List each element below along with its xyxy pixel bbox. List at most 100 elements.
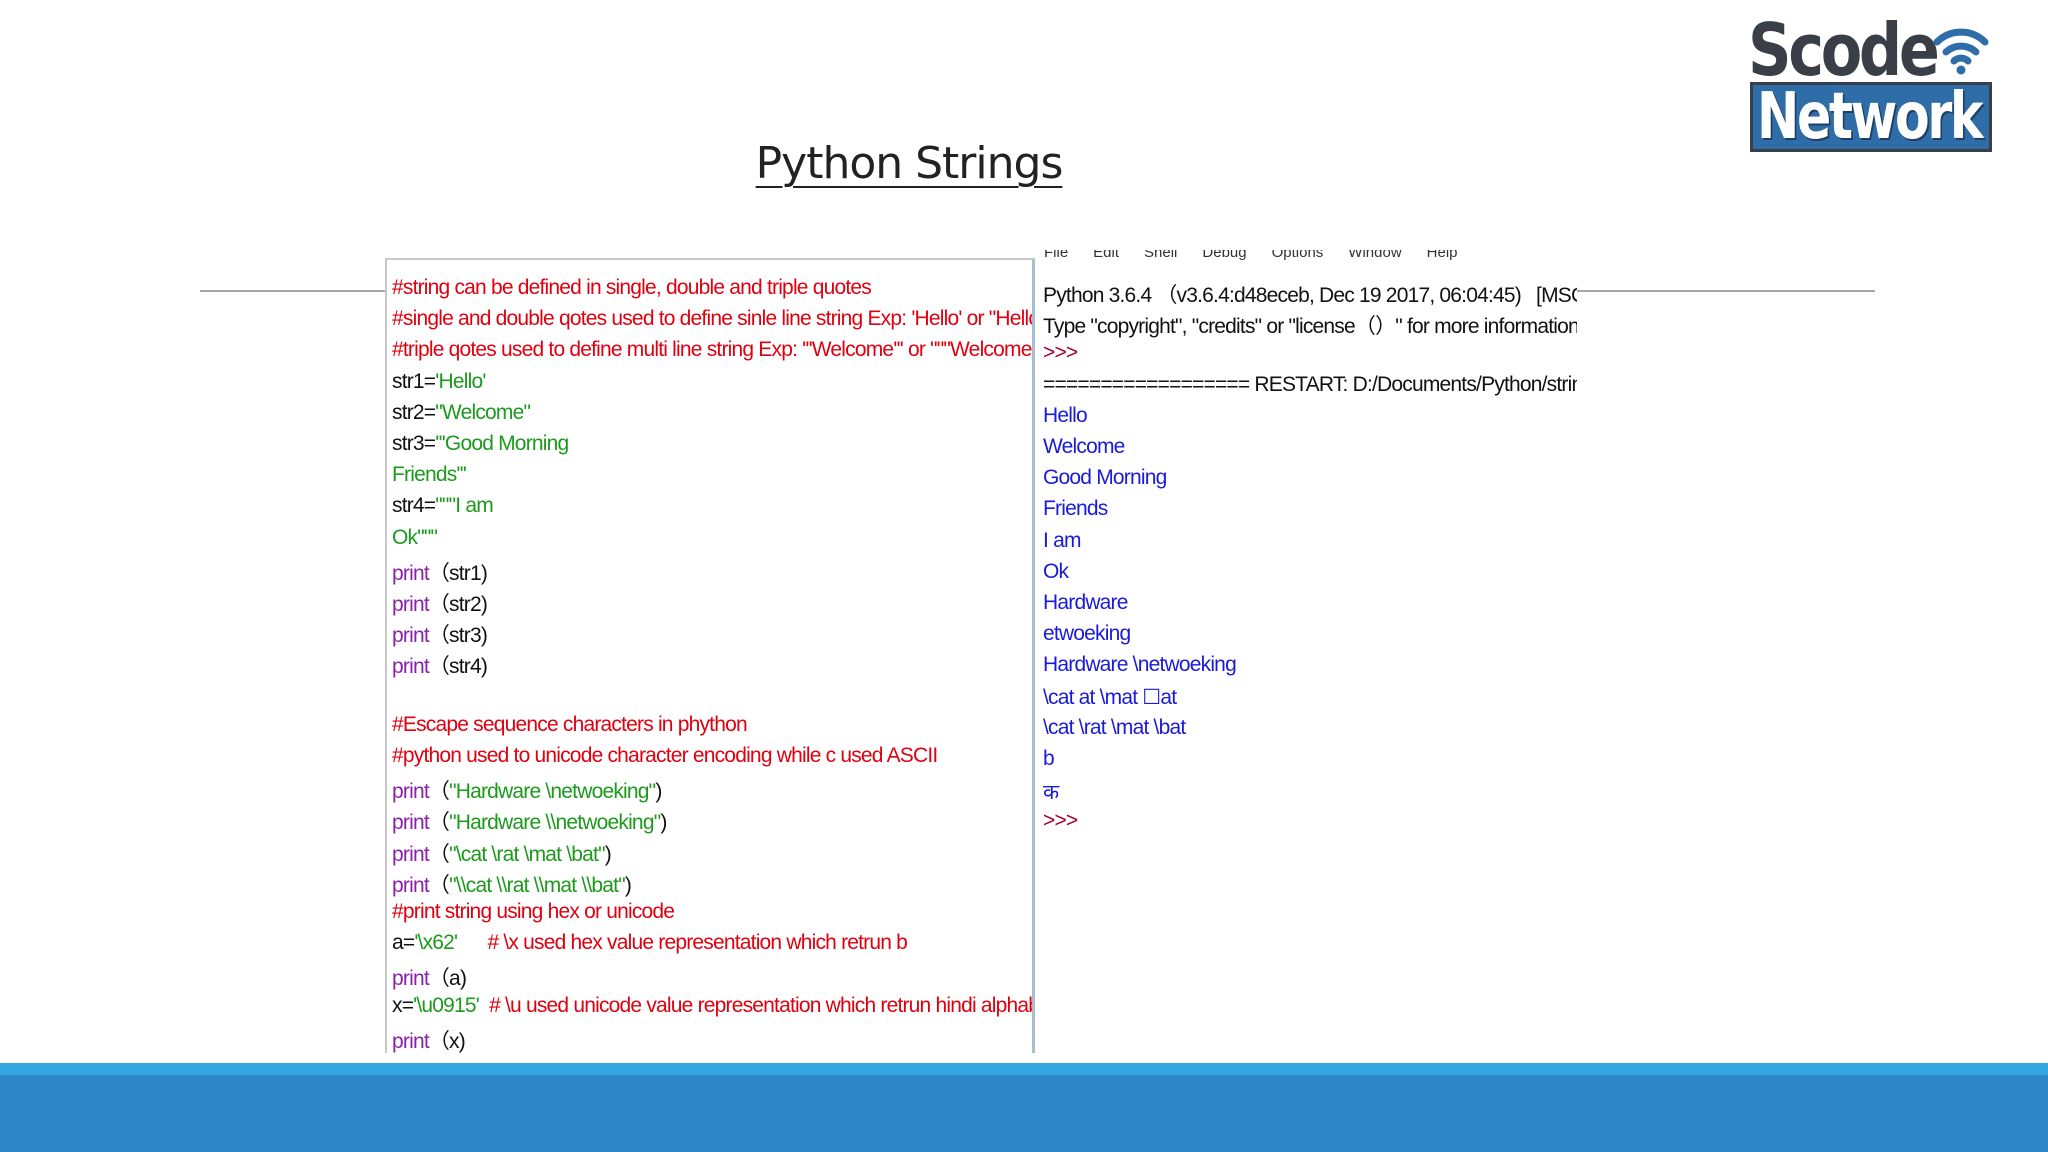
shell-output-line: etwoeking — [1043, 622, 1131, 646]
shell-prompt: >>> — [1043, 809, 1078, 833]
code-token: print — [392, 780, 430, 804]
code-token: （str1) — [428, 561, 488, 585]
code-line: print（str3) — [392, 619, 488, 650]
python-shell-panel[interactable]: File Edit Shell Debug Options Window Help Pyth… — [1035, 250, 1577, 1053]
code-line: str4="""I am — [392, 494, 494, 525]
code-token: print — [392, 655, 430, 679]
footer-bar — [0, 1063, 2048, 1152]
code-token: '''Good Morning — [435, 432, 569, 455]
brand-logo: Scode Network — [1745, 8, 1995, 154]
code-line: str1='Hello' — [392, 370, 486, 401]
shell-output-line: \cat \rat \mat \bat — [1043, 715, 1186, 739]
logo-top-text: Scode — [1748, 8, 1940, 92]
shell-output-line: Hardware — [1043, 591, 1128, 614]
code-token: （str2) — [428, 593, 488, 616]
shell-menubar: File Edit Shell Debug Options Window Help — [1035, 250, 1577, 264]
code-token: ) — [624, 873, 632, 897]
code-token: str4= — [392, 494, 436, 518]
page-title: Python Strings — [755, 138, 1064, 189]
code-token: ) — [660, 811, 667, 835]
code-token: print — [392, 811, 430, 835]
code-token: （ — [428, 811, 450, 835]
shell-output-line: Good Morning — [1043, 466, 1167, 490]
code-line: #Escape sequence characters in phython — [392, 712, 748, 744]
menu-item-help[interactable]: Help — [1427, 250, 1458, 261]
code-token: #print string using hex or unicode — [392, 900, 675, 923]
code-token: """I am — [435, 494, 493, 518]
code-line: Friends''' — [392, 463, 467, 494]
code-token: ) — [655, 780, 662, 804]
code-line: a='\x62' # \x used hex value representat… — [392, 931, 908, 962]
code-token: "Hardware \\netwoeking" — [449, 811, 661, 835]
code-token: （a) — [428, 967, 467, 991]
code-token: #string can be defined in single, double… — [392, 276, 872, 299]
code-line: #string can be defined in single, double… — [392, 276, 872, 307]
menu-item-file[interactable]: File — [1044, 250, 1068, 261]
code-line: print（x) — [392, 1025, 466, 1053]
code-token: print — [392, 967, 430, 991]
code-line: print（a) — [392, 962, 467, 993]
shell-output-line: Hardware \netwoeking — [1043, 653, 1237, 677]
code-line: print（str4) — [392, 650, 488, 681]
code-line: Ok""" — [392, 525, 438, 557]
shell-output-line: Hello — [1043, 403, 1088, 427]
code-token: （str4) — [428, 655, 488, 679]
code-token: （ — [428, 873, 450, 897]
code-token: （ — [428, 780, 450, 804]
code-line: print（"\cat \rat \mat \bat") — [392, 838, 612, 869]
menu-item-shell[interactable]: Shell — [1144, 250, 1177, 261]
menu-item-debug[interactable]: Debug — [1202, 250, 1246, 261]
code-token: str3= — [392, 432, 436, 455]
code-token: #single and double qotes used to define … — [392, 307, 1035, 331]
menu-item-window[interactable]: Window — [1348, 250, 1401, 261]
logo-bottom-text: Network — [1757, 80, 1984, 154]
code-token: #triple qotes used to define multi line … — [392, 338, 1035, 362]
code-token: "\\cat \\rat \\mat \\bat" — [449, 873, 626, 897]
code-token: "Welcome" — [435, 400, 531, 424]
code-line: #single and double qotes used to define … — [392, 307, 1035, 338]
code-line: x='\u0915' # \u used unicode value repre… — [392, 993, 1035, 1025]
code-line: print（str1) — [392, 557, 488, 588]
code-token: # \x used hex value representation which… — [457, 931, 908, 955]
code-token: print — [392, 842, 430, 866]
code-token: a= — [392, 931, 415, 955]
code-token: Friends''' — [392, 463, 467, 487]
shell-output-line: I am — [1043, 528, 1081, 552]
shell-output-line: Friends — [1043, 497, 1108, 521]
code-token: print — [392, 593, 430, 616]
shell-output-line: \cat at \mat ☐at — [1043, 685, 1177, 709]
code-token: #python used to unicode character encodi… — [392, 744, 938, 767]
menu-item-options[interactable]: Options — [1272, 250, 1324, 261]
menu-item-edit[interactable]: Edit — [1093, 250, 1119, 261]
shell-output-line: क — [1043, 781, 1059, 805]
shell-output-line: Type "copyright", "credits" or "license（… — [1043, 315, 1577, 339]
code-editor-panel[interactable]: #string can be defined in single, double… — [385, 258, 1035, 1053]
code-line: print（str2) — [392, 588, 488, 619]
code-token: '\u0915' — [413, 993, 480, 1017]
code-line: print（"\\cat \\rat \\mat \\bat") — [392, 869, 632, 900]
shell-output-line: b — [1043, 747, 1055, 770]
code-token: （x) — [428, 1029, 466, 1053]
code-token: print — [392, 1029, 430, 1053]
code-token: #Escape sequence characters in phython — [392, 712, 748, 736]
code-token: （ — [428, 842, 450, 866]
code-token: print — [392, 873, 430, 897]
code-line: str2="Welcome" — [392, 400, 531, 432]
code-line: #python used to unicode character encodi… — [392, 744, 938, 775]
wifi-icon — [1933, 28, 1989, 75]
shell-output-line: Python 3.6.4 （v3.6.4:d48eceb, Dec 19 201… — [1043, 284, 1577, 307]
code-token: str2= — [392, 400, 436, 424]
shell-output-line: Ok — [1043, 559, 1069, 583]
code-line: #print string using hex or unicode — [392, 900, 675, 931]
code-token: print — [392, 561, 430, 585]
code-token: x= — [392, 993, 414, 1017]
code-token: （str3) — [428, 624, 488, 648]
code-token: print — [392, 624, 430, 648]
code-token: ) — [604, 842, 612, 866]
code-token: 'Hello' — [435, 369, 486, 393]
code-token: # \u used unicode value representation w… — [479, 993, 1035, 1017]
code-line: print（"Hardware \netwoeking") — [392, 775, 662, 806]
code-token: Ok""" — [392, 525, 438, 549]
code-line: #triple qotes used to define multi line … — [392, 338, 1035, 369]
shell-prompt: >>> — [1043, 341, 1078, 365]
